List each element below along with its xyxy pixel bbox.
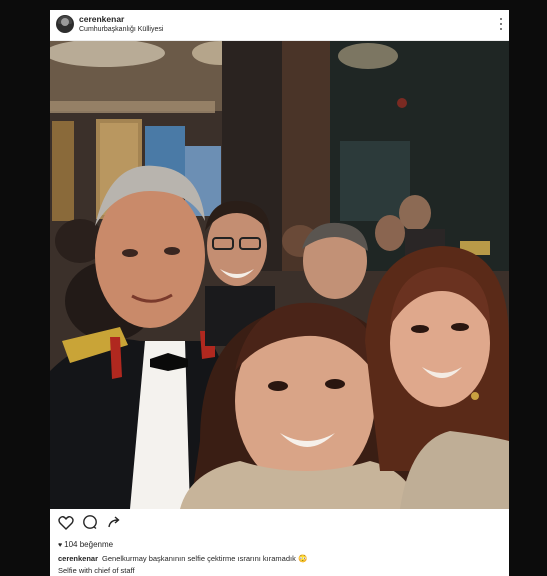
caption-username[interactable]: cerenkenar xyxy=(58,554,98,563)
selfie-image xyxy=(50,41,509,509)
caption: cerenkenar Genelkurmay başkanının selfie … xyxy=(58,553,503,564)
more-options-icon[interactable] xyxy=(499,18,503,30)
instagram-post: cerenkenar Cumhurbaşkanlığı Külliyesi ♥ … xyxy=(50,10,509,576)
profile-avatar[interactable] xyxy=(56,15,74,33)
username[interactable]: cerenkenar xyxy=(79,14,124,24)
action-bar xyxy=(58,513,122,531)
caption-text: Genelkurmay başkanının selfie çektirme ı… xyxy=(102,554,308,563)
share-icon[interactable] xyxy=(106,514,122,530)
like-count-text: 104 beğenme xyxy=(64,540,114,549)
location-link[interactable]: Cumhurbaşkanlığı Külliyesi xyxy=(79,26,163,33)
heart-icon[interactable] xyxy=(58,515,74,530)
caption-translation: Selfie with chief of staff xyxy=(58,566,135,575)
like-count[interactable]: ♥ 104 beğenme xyxy=(58,540,113,549)
avatar-face xyxy=(61,18,69,26)
comment-icon[interactable] xyxy=(82,514,98,530)
post-header: cerenkenar Cumhurbaşkanlığı Külliyesi xyxy=(50,10,509,41)
post-photo[interactable] xyxy=(50,41,509,509)
small-heart-icon: ♥ xyxy=(58,542,63,549)
